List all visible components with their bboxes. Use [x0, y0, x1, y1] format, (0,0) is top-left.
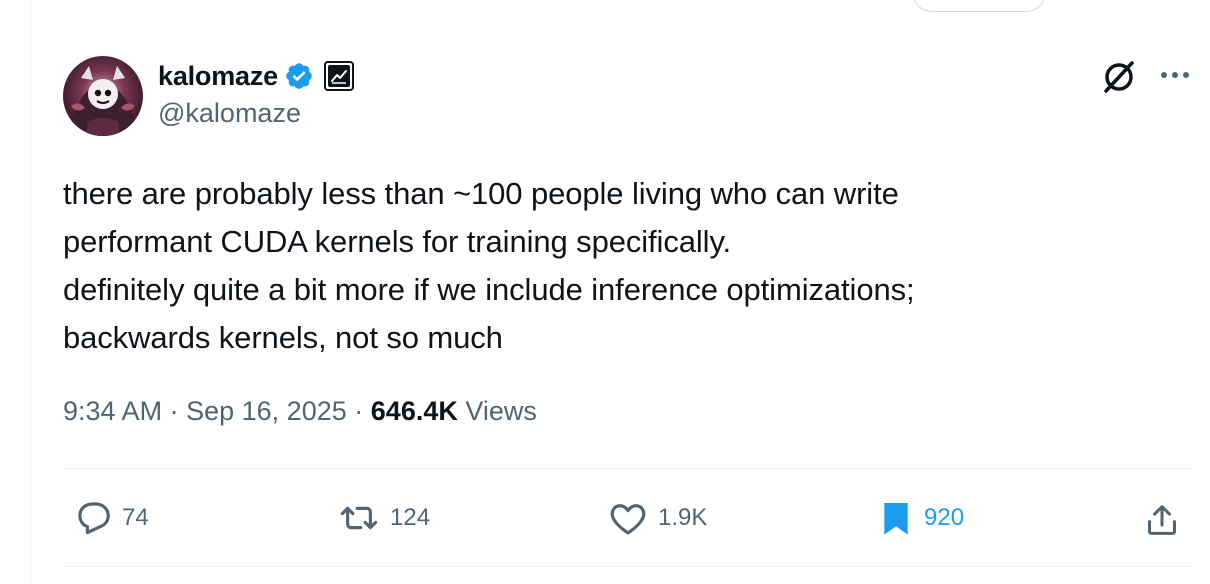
- like-button[interactable]: 1.9K: [606, 496, 707, 540]
- bookmark-button[interactable]: 920: [876, 496, 964, 540]
- reply-icon: [78, 502, 110, 535]
- bookmark-count: 920: [924, 504, 965, 531]
- more-options-icon[interactable]: [1157, 62, 1193, 88]
- author-handle[interactable]: @kalomaze: [158, 98, 301, 129]
- share-icon: [1148, 505, 1176, 535]
- bookmark-icon: [884, 503, 908, 535]
- tweet-text-line: there are probably less than ~100 people…: [63, 176, 899, 211]
- repost-count: 124: [390, 504, 431, 531]
- grok-icon[interactable]: [1099, 56, 1139, 96]
- reply-button[interactable]: 74: [72, 496, 149, 540]
- repost-button[interactable]: 124: [336, 496, 430, 540]
- verified-badge-icon[interactable]: [284, 61, 314, 91]
- tweet-date[interactable]: Sep 16, 2025: [186, 396, 347, 426]
- tweet-text-line: definitely quite a bit more if we includ…: [63, 272, 915, 307]
- repost-icon: [340, 506, 378, 530]
- reply-count: 74: [122, 504, 149, 531]
- author-name-row: kalomaze: [158, 58, 354, 94]
- meta-separator: ·: [354, 396, 364, 426]
- views-label[interactable]: Views: [465, 396, 537, 426]
- heart-icon: [610, 504, 646, 535]
- column-border: [30, 0, 31, 584]
- like-count: 1.9K: [658, 504, 708, 531]
- avatar-image: [63, 56, 143, 136]
- tweet-meta: 9:34 AM · Sep 16, 2025 · 646.4K Views: [63, 396, 537, 427]
- avatar[interactable]: [63, 56, 143, 136]
- divider: [63, 468, 1194, 469]
- share-button[interactable]: [1142, 500, 1182, 540]
- top-pill-button[interactable]: [912, 0, 1046, 12]
- tweet-time[interactable]: 9:34 AM: [63, 396, 162, 426]
- tweet-detail-page: kalomaze @kalomaze there are probably le…: [0, 0, 1210, 584]
- tweet-text-line: backwards kernels, not so much: [63, 320, 503, 355]
- divider: [63, 566, 1194, 567]
- author-display-name[interactable]: kalomaze: [158, 61, 278, 92]
- meta-separator: ·: [169, 396, 179, 426]
- views-count[interactable]: 646.4K: [371, 396, 458, 426]
- affiliate-badge-icon[interactable]: [323, 61, 354, 91]
- tweet-text-line: performant CUDA kernels for training spe…: [63, 224, 732, 259]
- tweet-text: there are probably less than ~100 people…: [63, 170, 1173, 362]
